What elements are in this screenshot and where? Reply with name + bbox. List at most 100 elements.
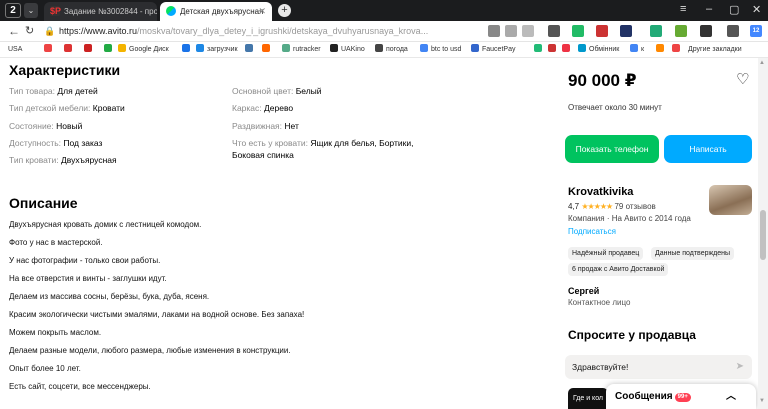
seller-badge: Данные подтверждены [651,247,735,260]
characteristic-row: Состояние: Новый [9,121,83,131]
favorite-heart-icon[interactable]: ♡ [736,70,749,88]
description-line: Фото у нас в мастерской. [9,238,103,247]
extension-icon[interactable] [620,25,632,37]
characteristic-row: Что есть у кровати: Ящик для белья, Борт… [232,138,414,148]
characteristic-row: Боковая спинка [232,150,294,160]
description-line: Опыт более 10 лет. [9,364,81,373]
bookmark-item[interactable] [562,42,573,58]
subscribe-link[interactable]: Подписаться [568,227,616,236]
bookmark-item[interactable] [262,42,273,58]
listing-price: 90 000 ₽ [568,71,637,90]
new-tab-button[interactable]: + [278,4,291,17]
extensions-puzzle-icon[interactable] [727,25,739,37]
characteristic-row: Основной цвет: Белый [232,86,322,96]
tab-list-dropdown[interactable]: ⌄ [24,3,38,18]
close-window-icon[interactable]: ✕ [752,3,761,16]
bookmark-item[interactable] [104,42,115,58]
toolbar-badge[interactable]: 12 [750,25,762,37]
characteristic-row: Каркас: Дерево [232,103,294,113]
ask-seller-input[interactable]: Здравствуйте! ➤ [565,355,752,379]
write-message-button[interactable]: Написать [664,135,752,163]
extension-icon[interactable] [505,25,517,37]
bookmark-item[interactable]: USA [8,42,22,58]
seller-company-info: Компания · На Авито с 2014 года [568,214,691,223]
close-tab-icon[interactable]: ✕ [258,2,266,21]
bookmark-google-drive[interactable]: Google Диск [118,42,169,58]
extension-icon[interactable] [596,25,608,37]
tab-title: Задание №3002844 - про [64,7,157,16]
reply-time: Отвечает около 30 минут [568,103,662,112]
characteristic-row: Тип товара: Для детей [9,86,98,96]
extension-icon[interactable] [650,25,662,37]
characteristic-row: Раздвижная: Нет [232,121,299,131]
bookmark-btc[interactable]: btc to usd [420,42,461,58]
url-field[interactable]: https://www.avito.ru/moskva/tovary_dlya_… [59,24,484,39]
characteristic-row: Тип детской мебели: Кровати [9,103,125,113]
send-arrow-icon[interactable]: ➤ [736,355,744,379]
lock-icon[interactable]: 🔒 [44,24,55,38]
contact-role: Контактное лицо [568,298,631,307]
extension-icon[interactable] [572,25,584,37]
description-line: Делаем из массива сосны, берёзы, бука, д… [9,292,210,301]
tab-favicon: $P [50,6,62,16]
bookmark-exchanger[interactable]: Обмінник [578,42,619,58]
bookmark-rutracker[interactable]: rutracker [282,42,321,58]
avito-favicon-icon [166,6,176,16]
window-menu-icon[interactable]: ≡ [680,3,686,15]
avito-listing-page: Характеристики Тип товара: Для детей Тип… [0,58,768,409]
seller-avatar[interactable] [709,185,752,215]
browser-tab-strip: 2 ⌄ $P Задание №3002844 - про Детская дв… [0,0,768,21]
extension-icon[interactable] [548,25,560,37]
bookmark-item[interactable] [548,42,559,58]
scroll-up-arrow-icon[interactable]: ▲ [759,60,765,66]
other-bookmarks[interactable]: Другие закладки [688,42,742,58]
back-icon[interactable]: ← [8,24,20,38]
bookmark-item[interactable] [672,42,683,58]
reload-icon[interactable]: ↻ [25,24,34,38]
extension-icon[interactable] [488,25,500,37]
messages-bar[interactable]: Сообщения 99+ ︿ [606,384,756,409]
where-button[interactable]: Где и кол [568,388,608,409]
tab-task[interactable]: $P Задание №3002844 - про [44,2,157,21]
description-line: У нас фотографии - только свои работы. [9,256,161,265]
extension-icon[interactable] [700,25,712,37]
scrollbar-thumb[interactable] [760,210,766,260]
tab-avito[interactable]: Детская двухъярусная ✕ [160,2,272,21]
bookmark-item[interactable] [64,42,75,58]
show-phone-button[interactable]: Показать телефон [565,135,659,163]
rating-stars-icon: ★★★★★ [581,202,613,211]
contact-name: Сергей [568,286,600,296]
window-count-badge[interactable]: 2 [5,3,21,18]
description-line: Есть сайт, соцсети, все мессенджеры. [9,382,151,391]
bookmark-item[interactable] [656,42,667,58]
bookmark-item[interactable] [44,42,55,58]
download-icon[interactable] [675,25,687,37]
bookmark-weather[interactable]: погода [375,42,408,58]
description-line: Делаем разные модели, любого размера, лю… [9,346,291,355]
maximize-icon[interactable]: ▢ [729,3,739,16]
address-bar-row: ← ↻ 🔒 https://www.avito.ru/moskva/tovary… [0,21,768,42]
description-line: Красим экологически чистыми эмалями, лак… [9,310,305,319]
page-scrollbar[interactable]: ▲ ▼ [758,58,768,409]
seller-name[interactable]: Krovatkivika [568,186,633,198]
scroll-down-arrow-icon[interactable]: ▼ [759,398,765,404]
bookmark-item[interactable] [534,42,545,58]
bookmark-item[interactable] [84,42,95,58]
bookmark-uakino[interactable]: UAKino [330,42,365,58]
minimize-icon[interactable]: – [706,3,712,15]
bookmark-faucetpay[interactable]: FaucetPay [471,42,515,58]
bookmark-downloader[interactable]: загрузчик [196,42,238,58]
tab-title: Детская двухъярусная [180,7,264,16]
bookmark-star-icon[interactable] [522,25,534,37]
bookmark-item[interactable] [182,42,193,58]
ask-seller-title: Спросите у продавца [568,328,696,342]
bookmark-item[interactable] [245,42,256,58]
description-line: На все отверстия и винты - заглушки идут… [9,274,167,283]
messages-count-badge: 99+ [674,393,691,402]
seller-rating[interactable]: 4,7 ★★★★★ 79 отзывов [568,202,656,211]
url-host: https://www.avito.ru [59,26,138,36]
chevron-up-icon: ︿ [726,391,736,402]
bookmark-item[interactable]: к [630,42,644,58]
characteristics-title: Характеристики [9,62,121,78]
characteristic-row: Тип кровати: Двухъярусная [9,155,117,165]
